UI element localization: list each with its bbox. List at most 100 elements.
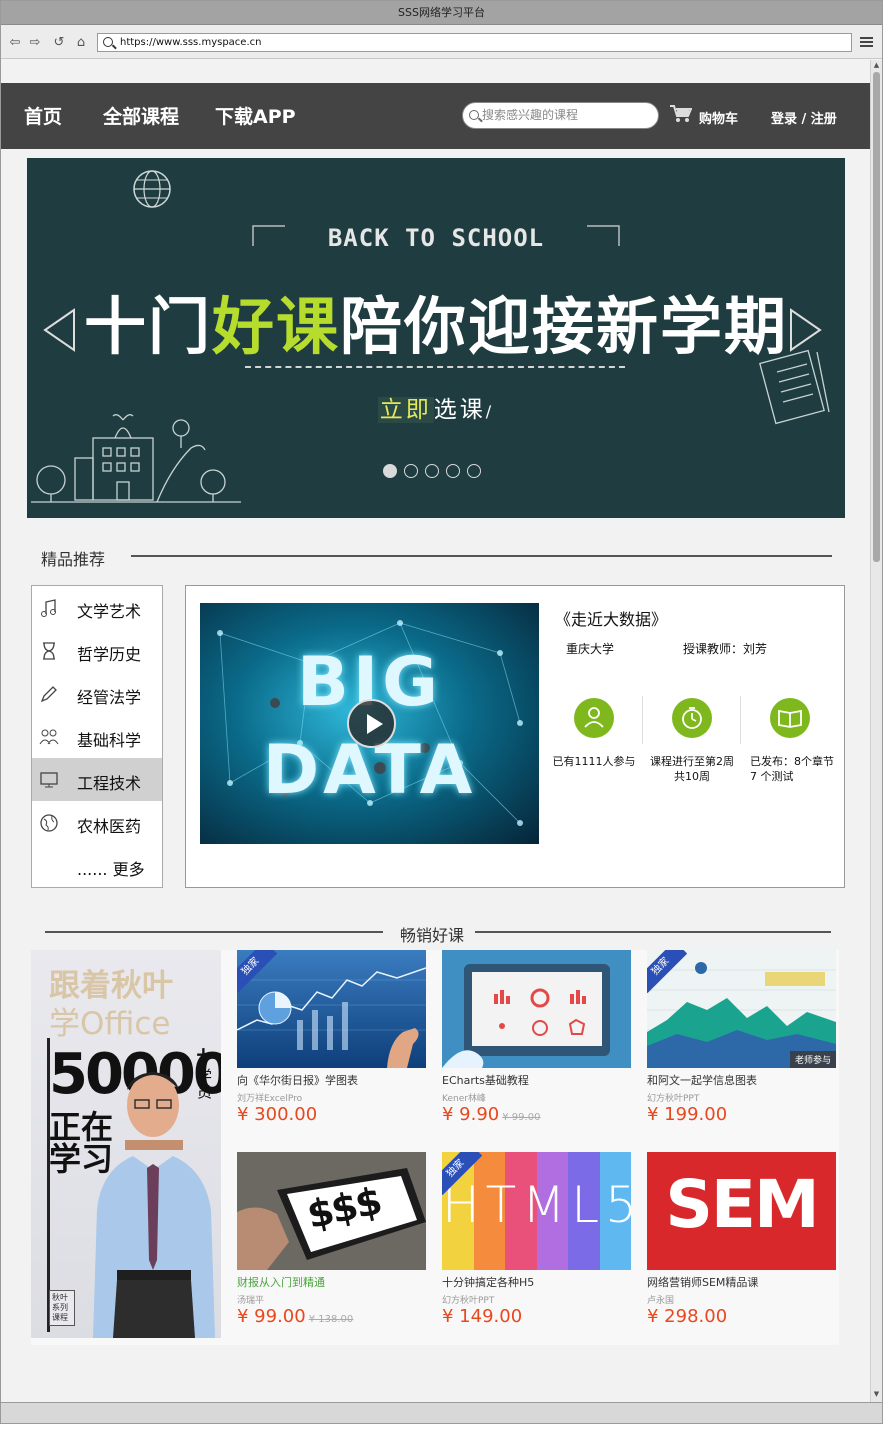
course-author: 幻方秋叶PPT [442,1296,495,1306]
teacher-badge: 老师参与 [789,1051,836,1068]
category-item-basic-science[interactable]: 基础科学 [32,715,162,758]
stat-progress: 课程进行至第2周 共10周 [644,698,740,784]
featured-course-card: BIG DATA 《走近大数据》 重庆大学 授课教师：刘芳 已有1111人参与 … [185,585,845,888]
nav-download-app[interactable]: 下载APP [215,105,296,129]
stat-text: 已有1111人参与 [546,754,642,769]
scrollbar-thumb[interactable] [873,72,880,562]
back-icon[interactable]: ⇦ [7,35,23,51]
top-nav: 首页 全部课程 下载APP 搜索感兴趣的课程 购物车 登录 / 注册 [1,83,870,149]
stat-line-1: 课程进行至第2周 [650,755,734,768]
course-tile[interactable]: $$$ 财报从入门到精通 汤瑞平 ¥ 99.00 ¥ 138.00 [237,1152,427,1347]
course-name[interactable]: ECharts基础教程 [442,1072,529,1088]
category-label: 文学艺术 [77,602,142,621]
bestsellers-rule-right [475,931,831,933]
login-link[interactable]: 登录 / 注册 [771,108,837,127]
banner-subtitle: BACK TO SCHOOL [327,224,545,252]
cta-text: 选课 [433,397,486,423]
course-author: 刘万祥ExcelPro [237,1094,303,1104]
course-price: ¥ 298.00 [647,1306,727,1327]
course-author: 汤瑞平 [237,1296,265,1306]
cart-icon[interactable] [670,105,692,123]
course-name[interactable]: 向《华尔街日报》学图表 [237,1072,358,1088]
price-current: ¥ 199.00 [647,1104,728,1125]
category-more-label: ...... 更多 [77,860,145,879]
course-price: ¥ 300.00 [237,1104,317,1125]
refresh-icon[interactable]: ↺ [51,35,67,51]
url-input[interactable]: https://www.sss.myspace.cn [97,33,852,52]
category-item-philosophy[interactable]: 哲学历史 [32,629,162,672]
stat-participants: 已有1111人参与 [546,698,642,769]
course-title[interactable]: 《走近大数据》 [555,606,667,630]
price-current: ¥ 300.00 [237,1104,318,1125]
forward-icon[interactable]: ⇨ [27,35,43,51]
school-illustration [31,414,241,503]
banner-divider [245,366,625,368]
course-video[interactable]: BIG DATA [200,603,539,844]
price-current: ¥ 149.00 [442,1306,523,1327]
search-icon [469,110,479,120]
banner-headline: 十门好课陪你迎接新学期 [27,276,845,366]
scroll-down-icon[interactable]: ▼ [872,1390,881,1399]
bestsellers-section-title: 畅销好课 [400,926,465,945]
category-item-more[interactable]: ...... 更多 [32,844,162,887]
slide-dot[interactable] [404,464,418,478]
course-price: ¥ 199.00 [647,1104,727,1125]
course-tile[interactable]: SEM 网络营销师SEM精品课 卢永国 ¥ 298.00 [647,1152,837,1347]
price-original: ¥ 99.00 [502,1112,541,1123]
course-thumbnail [442,950,631,1068]
stat-line-1: 已有1111人参与 [552,755,636,768]
headline-highlight: 好课 [211,290,340,363]
home-icon[interactable]: ⌂ [73,35,89,51]
thumb-sem-text: SEM [665,1166,819,1243]
course-tile[interactable]: HTML5 独家 十分钟搞定各种H5 幻方秋叶PPT ¥ 149.00 [442,1152,632,1347]
slide-dot[interactable] [467,464,481,478]
course-name[interactable]: 网络营销师SEM精品课 [647,1274,758,1290]
nav-all-courses[interactable]: 全部课程 [103,105,179,129]
course-price: ¥ 99.00 ¥ 138.00 [237,1306,353,1327]
category-item-agriculture-medicine[interactable]: 农林医药 [32,801,162,844]
globe-icon [133,170,171,208]
category-list: 文学艺术 哲学历史 经管法学 基础科学 工程技术 农林医药 ...... 更多 [31,585,163,888]
course-tile[interactable]: 独家 向《华尔街日报》学图表 刘万祥ExcelPro ¥ 300.00 [237,950,427,1145]
course-name[interactable]: 和阿文一起学信息图表 [647,1072,757,1088]
promo-poster[interactable]: 跟着秋叶 学Office 50000 + 学员 正在 学习 秋叶系列课程 [31,950,221,1338]
category-label: 经管法学 [77,688,142,707]
search-placeholder: 搜索感兴趣的课程 [482,108,579,122]
category-label: 哲学历史 [77,645,142,664]
course-tile[interactable]: ECharts基础教程 Kener林峰 ¥ 9.90 ¥ 99.00 [442,950,632,1145]
slide-dot[interactable] [446,464,460,478]
headline-part-1: 十门 [83,290,212,363]
search-input[interactable]: 搜索感兴趣的课程 [462,102,659,129]
music-note-icon [41,599,56,617]
course-price: ¥ 149.00 [442,1306,522,1327]
search-icon [103,37,113,47]
slide-dot[interactable] [383,464,397,478]
course-name[interactable]: 财报从入门到精通 [237,1274,325,1290]
slide-dot[interactable] [425,464,439,478]
hero-banner[interactable]: BACK TO SCHOOL 十门好课陪你迎接新学期 立即选课∕ [27,158,845,518]
featured-section-title: 精品推荐 [41,550,106,569]
scroll-up-icon[interactable]: ▲ [872,61,881,70]
stat-text: 课程进行至第2周 共10周 [644,754,740,784]
course-name[interactable]: 十分钟搞定各种H5 [442,1274,534,1290]
category-item-literature[interactable]: 文学艺术 [32,586,162,629]
menu-icon[interactable] [860,37,873,47]
category-item-economics-law[interactable]: 经管法学 [32,672,162,715]
course-tile[interactable]: 独家 老师参与 和阿文一起学信息图表 幻方秋叶PPT ¥ 199.00 [647,950,837,1145]
prev-arrow-icon[interactable] [42,308,76,352]
stat-divider [740,696,741,744]
category-item-engineering[interactable]: 工程技术 [32,758,162,801]
cart-link[interactable]: 购物车 [699,108,738,127]
category-label: 工程技术 [77,774,142,793]
price-current: ¥ 298.00 [647,1306,728,1327]
vertical-scrollbar[interactable]: ▲ ▼ [870,60,882,1402]
price-original: ¥ 138.00 [308,1314,354,1325]
bestsellers-rule-left [45,931,383,933]
course-author: 卢永国 [647,1296,675,1306]
course-thumbnail: 独家 [237,950,426,1068]
nav-home[interactable]: 首页 [24,105,62,129]
globe-icon [40,814,58,832]
headline-part-2: 陪你迎接新学期 [340,290,789,363]
play-button[interactable] [347,699,396,748]
hourglass-icon [43,642,55,660]
